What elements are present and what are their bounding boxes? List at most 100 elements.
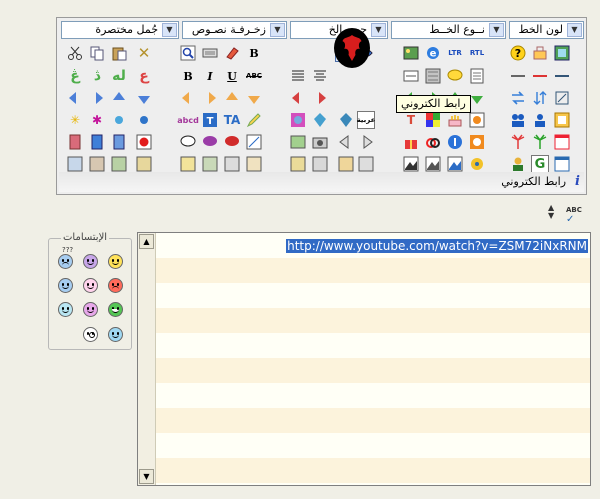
picture-icon[interactable] xyxy=(245,155,263,173)
arrow-up-icon[interactable] xyxy=(223,89,241,107)
bold-icon[interactable]: B xyxy=(179,67,197,85)
frame-icon[interactable] xyxy=(553,111,571,129)
person-icon[interactable] xyxy=(509,155,527,173)
palm-icon[interactable] xyxy=(531,133,549,151)
ltr-direction-icon[interactable]: LTR xyxy=(446,44,464,62)
arrow-left-icon[interactable] xyxy=(179,89,197,107)
arrow-down-icon[interactable] xyxy=(245,89,263,107)
arrow-right-outline-icon[interactable] xyxy=(357,133,375,151)
effect-icon[interactable] xyxy=(135,111,153,129)
photo-icon[interactable] xyxy=(468,133,486,151)
surprised-smiley-icon[interactable] xyxy=(83,327,98,342)
quote-icon[interactable] xyxy=(446,67,464,85)
underline-icon[interactable]: U xyxy=(223,67,241,85)
picture-icon[interactable] xyxy=(424,155,442,173)
laugh-smiley-icon[interactable] xyxy=(83,302,98,317)
short-phrases-select[interactable]: جُمل مختصرة ▼ xyxy=(61,21,179,39)
editor-selected-text[interactable]: http://www.youtube.com/watch?v=ZSM72iNxR… xyxy=(286,239,588,253)
scroll-icon[interactable] xyxy=(553,89,571,107)
more-smilies-link[interactable]: ??? xyxy=(62,246,73,254)
flower-icon[interactable] xyxy=(468,155,486,173)
smile-icon[interactable] xyxy=(108,254,123,269)
gift-icon[interactable] xyxy=(402,133,420,151)
arrow-right-icon[interactable] xyxy=(201,89,219,107)
vertical-scrollbar[interactable]: ▲ ▼ xyxy=(138,233,156,485)
sparkle-icon[interactable]: ✱ xyxy=(88,111,106,129)
arrow-right-icon[interactable] xyxy=(88,89,106,107)
window-icon[interactable] xyxy=(553,133,571,151)
message-editor[interactable]: ▲ ▼ http://www.youtube.com/watch?v=ZSM72… xyxy=(137,232,591,486)
picture-icon[interactable] xyxy=(289,155,307,173)
spell-check-button[interactable]: ABC ✓ xyxy=(566,206,582,225)
picture-icon[interactable] xyxy=(135,155,153,173)
picture-icon[interactable] xyxy=(179,155,197,173)
bold-alt-icon[interactable]: B xyxy=(245,44,263,62)
people-icon[interactable] xyxy=(509,111,527,129)
picture-icon[interactable] xyxy=(201,155,219,173)
frown-smiley-icon[interactable] xyxy=(83,254,98,269)
gem-icon[interactable] xyxy=(337,111,355,129)
scroll-down-button[interactable]: ▼ xyxy=(139,469,154,484)
paste-icon[interactable] xyxy=(110,44,128,62)
picture-icon[interactable] xyxy=(337,155,355,173)
tool-icon[interactable] xyxy=(531,44,549,62)
record-icon[interactable] xyxy=(135,133,153,151)
picture-icon[interactable] xyxy=(311,155,329,173)
horizontal-rule-red-icon[interactable] xyxy=(531,67,549,85)
ring-icon[interactable] xyxy=(424,133,442,151)
align-center-icon[interactable] xyxy=(311,67,329,85)
grid-color-icon[interactable] xyxy=(424,111,442,129)
arrow-down-icon[interactable] xyxy=(135,89,153,107)
font-color-select[interactable]: لون الخط ▼ xyxy=(509,21,584,39)
people-icon[interactable] xyxy=(531,111,549,129)
pencil-icon[interactable] xyxy=(245,111,263,129)
grin-smiley-icon[interactable] xyxy=(58,302,73,317)
speech-icon[interactable] xyxy=(223,133,241,151)
eraser-icon[interactable] xyxy=(223,44,241,62)
arrow-left-icon[interactable] xyxy=(66,89,84,107)
swap-icon[interactable] xyxy=(509,89,527,107)
color-picker-icon[interactable] xyxy=(468,111,486,129)
arrow-left-outline-icon[interactable] xyxy=(337,133,355,151)
arabic-glyph-icon[interactable]: ڎ xyxy=(88,67,106,85)
sort-icon[interactable] xyxy=(531,89,549,107)
picture-icon[interactable] xyxy=(110,155,128,173)
effect-icon[interactable] xyxy=(110,111,128,129)
marquee-icon[interactable] xyxy=(402,67,420,85)
text-color-icon[interactable]: T xyxy=(402,111,420,129)
gem-icon[interactable] xyxy=(311,111,329,129)
insert-image-icon[interactable] xyxy=(402,44,420,62)
note-icon[interactable] xyxy=(468,67,486,85)
file-icon[interactable] xyxy=(66,133,84,151)
picture-icon[interactable] xyxy=(357,155,375,173)
arrow-left-icon[interactable] xyxy=(289,89,307,107)
arrow-up-icon[interactable] xyxy=(110,89,128,107)
frame-icon[interactable] xyxy=(245,133,263,151)
text-size-icon[interactable]: TA xyxy=(223,111,241,129)
file-icon[interactable] xyxy=(110,133,128,151)
sparkle-icon[interactable]: ✳ xyxy=(66,111,84,129)
teeth-smiley-icon[interactable] xyxy=(108,302,123,317)
resize-editor-button[interactable]: ▲ ▼ xyxy=(548,204,554,220)
angry-smiley-icon[interactable] xyxy=(108,278,123,293)
g-letter-icon[interactable]: G xyxy=(531,155,549,173)
horizontal-rule-icon[interactable] xyxy=(509,67,527,85)
arabic-glyph-icon[interactable]: ﻟﻪ xyxy=(110,67,128,85)
picture-icon[interactable] xyxy=(66,155,84,173)
cut-icon[interactable] xyxy=(66,44,84,62)
text-box-icon[interactable]: T xyxy=(201,111,219,129)
sad-smiley-icon[interactable] xyxy=(58,254,73,269)
arabic-glyph-icon[interactable]: ڠ xyxy=(66,67,84,85)
copy-icon[interactable] xyxy=(88,44,106,62)
effect-rainbow-icon[interactable] xyxy=(289,111,307,129)
image-icon[interactable] xyxy=(289,133,307,151)
picture-icon[interactable] xyxy=(88,155,106,173)
table-icon[interactable] xyxy=(553,44,571,62)
camera-icon[interactable] xyxy=(311,133,329,151)
arrow-right-icon[interactable] xyxy=(311,89,329,107)
gallery-icon[interactable] xyxy=(424,67,442,85)
cake-icon[interactable] xyxy=(446,111,464,129)
speech-icon[interactable] xyxy=(201,133,219,151)
horizontal-rule-blue-icon[interactable] xyxy=(553,67,571,85)
speech-icon[interactable] xyxy=(179,133,197,151)
